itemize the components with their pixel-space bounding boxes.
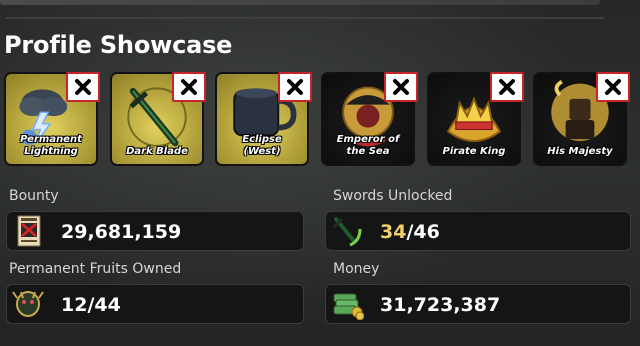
money-value: 31,723,387 — [380, 294, 501, 316]
fruits-value: 12/44 — [61, 294, 121, 316]
showcase-card-label: His Majesty — [547, 146, 613, 157]
dragon-fruit-icon — [12, 291, 44, 317]
close-icon — [499, 79, 515, 95]
swords-label: Swords Unlocked — [333, 188, 453, 204]
remove-button[interactable] — [596, 72, 630, 102]
bounty-label: Bounty — [9, 188, 59, 204]
remove-button[interactable] — [384, 72, 418, 102]
wanted-poster-icon — [17, 215, 41, 247]
close-icon — [181, 79, 197, 95]
top-bar — [0, 0, 600, 5]
swords-box: 34/46 — [325, 211, 631, 251]
remove-button[interactable] — [490, 72, 524, 102]
close-icon — [393, 79, 409, 95]
showcase-card-label: Emperor of the Sea — [336, 134, 400, 157]
swords-unlocked-count: 34 — [380, 221, 407, 243]
bounty-box: 29,681,159 — [6, 211, 304, 251]
showcase-cards: Permanent Lightning Dark Blade Eclipse (… — [4, 72, 636, 170]
money-stack-icon — [333, 293, 364, 320]
close-icon — [75, 79, 91, 95]
showcase-card-label: Permanent Lightning — [20, 134, 82, 157]
close-icon — [605, 79, 621, 95]
close-icon — [287, 79, 303, 95]
bounty-value: 29,681,159 — [61, 221, 182, 243]
showcase-card-label: Pirate King — [442, 146, 506, 157]
sword-icon — [332, 217, 362, 247]
swords-value: 34/46 — [380, 221, 440, 243]
swords-total: /46 — [406, 221, 440, 243]
fruits-box: 12/44 — [6, 284, 304, 324]
divider — [6, 17, 604, 19]
remove-button[interactable] — [278, 72, 312, 102]
showcase-card-label: Eclipse (West) — [242, 134, 282, 157]
money-box: 31,723,387 — [325, 284, 631, 324]
showcase-card-label: Dark Blade — [126, 146, 188, 157]
remove-button[interactable] — [66, 72, 100, 102]
money-label: Money — [333, 261, 380, 277]
page-title: Profile Showcase — [4, 31, 233, 59]
remove-button[interactable] — [172, 72, 206, 102]
fruits-label: Permanent Fruits Owned — [9, 261, 182, 277]
